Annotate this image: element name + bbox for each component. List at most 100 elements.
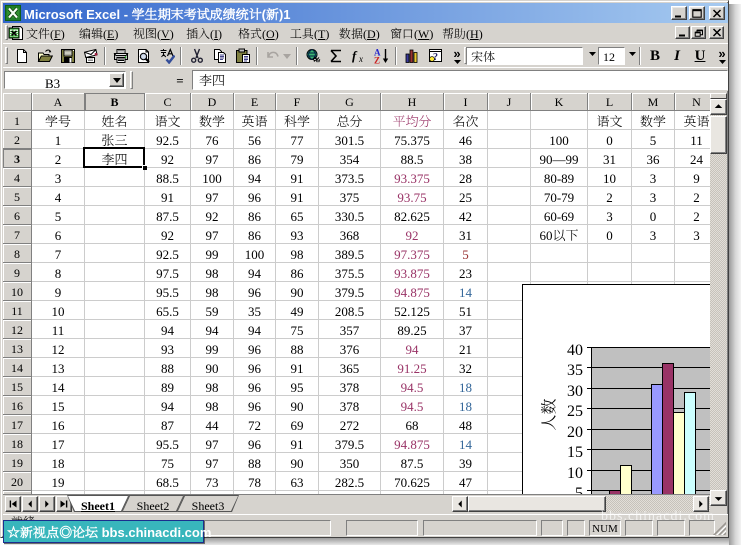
cell-I7[interactable]: 31 xyxy=(444,225,488,244)
cell-M5[interactable]: 3 xyxy=(632,187,675,206)
cell-N4[interactable]: 9 xyxy=(675,168,710,187)
cell-N1[interactable]: 英语 xyxy=(675,111,710,130)
cell-C9[interactable]: 97.5 xyxy=(145,263,191,282)
cell-D19[interactable]: 97 xyxy=(191,453,234,472)
cell-C2[interactable]: 92.5 xyxy=(145,130,191,149)
cell-G11[interactable]: 208.5 xyxy=(319,301,381,320)
cell-I17[interactable]: 48 xyxy=(444,415,488,434)
cell-F1[interactable]: 科学 xyxy=(276,111,319,130)
italic-button[interactable]: I xyxy=(666,46,688,66)
cell-B1[interactable]: 姓名 xyxy=(85,111,145,130)
cell-G1[interactable]: 总分 xyxy=(319,111,381,130)
cell-G13[interactable]: 376 xyxy=(319,339,381,358)
row-header-15[interactable]: 15 xyxy=(3,377,32,396)
cell-E5[interactable]: 96 xyxy=(234,187,276,206)
menu-O[interactable]: 格式(O) xyxy=(236,25,281,42)
cell-E15[interactable]: 96 xyxy=(234,377,276,396)
cell-F13[interactable]: 88 xyxy=(276,339,319,358)
cell-H9[interactable]: 93.875 xyxy=(381,263,444,282)
cell-F8[interactable]: 98 xyxy=(276,244,319,263)
row-header-14[interactable]: 14 xyxy=(3,358,32,377)
cell-I13[interactable]: 21 xyxy=(444,339,488,358)
cell-E16[interactable]: 96 xyxy=(234,396,276,415)
cell-E7[interactable]: 86 xyxy=(234,225,276,244)
cell-L5[interactable]: 2 xyxy=(588,187,632,206)
hscroll-thumb[interactable] xyxy=(468,496,606,512)
col-header-F[interactable]: F xyxy=(276,93,319,111)
undo-dropdown[interactable] xyxy=(281,46,293,66)
cell-K6[interactable]: 60-69 xyxy=(531,206,588,225)
cell-F9[interactable]: 86 xyxy=(276,263,319,282)
name-box[interactable]: B3 xyxy=(4,71,126,89)
cell-L4[interactable]: 10 xyxy=(588,168,632,187)
cell-D3[interactable]: 97 xyxy=(191,149,234,168)
cell-B3[interactable]: 李四 xyxy=(85,149,145,168)
cell-D8[interactable]: 99 xyxy=(191,244,234,263)
row-header-8[interactable]: 8 xyxy=(3,244,32,263)
cell-C1[interactable]: 语文 xyxy=(145,111,191,130)
cell-H14[interactable]: 91.25 xyxy=(381,358,444,377)
new-button[interactable] xyxy=(11,46,33,66)
cell-N5[interactable]: 2 xyxy=(675,187,710,206)
cell-E14[interactable]: 96 xyxy=(234,358,276,377)
cell-E2[interactable]: 56 xyxy=(234,130,276,149)
more-buttons-chevron[interactable]: » xyxy=(449,46,465,66)
cell-C8[interactable]: 92.5 xyxy=(145,244,191,263)
print-button[interactable] xyxy=(110,46,132,66)
cell-A6[interactable]: 5 xyxy=(32,206,85,225)
cell-I16[interactable]: 18 xyxy=(444,396,488,415)
paste-button[interactable] xyxy=(232,46,254,66)
menu-F[interactable]: 文件(F) xyxy=(24,25,67,42)
col-header-I[interactable]: I xyxy=(444,93,488,111)
menu-V[interactable]: 视图(V) xyxy=(131,25,176,42)
cell-D18[interactable]: 97 xyxy=(191,434,234,453)
select-all-corner[interactable] xyxy=(3,93,32,111)
cell-D15[interactable]: 98 xyxy=(191,377,234,396)
cell-C3[interactable]: 92 xyxy=(145,149,191,168)
cell-I18[interactable]: 14 xyxy=(444,434,488,453)
col-header-M[interactable]: M xyxy=(632,93,675,111)
doc-minimize-button[interactable] xyxy=(675,26,690,39)
col-header-L[interactable]: L xyxy=(588,93,632,111)
col-header-A[interactable]: A xyxy=(32,93,85,111)
cell-A10[interactable]: 9 xyxy=(32,282,85,301)
row-header-10[interactable]: 10 xyxy=(3,282,32,301)
cell-F17[interactable]: 69 xyxy=(276,415,319,434)
maximize-button[interactable] xyxy=(689,6,705,20)
cell-H7[interactable]: 92 xyxy=(381,225,444,244)
cell-K5[interactable]: 70-79 xyxy=(531,187,588,206)
cell-A5[interactable]: 4 xyxy=(32,187,85,206)
cell-H11[interactable]: 52.125 xyxy=(381,301,444,320)
menu-E[interactable]: 编辑(E) xyxy=(77,25,120,42)
cell-E13[interactable]: 96 xyxy=(234,339,276,358)
col-header-K[interactable]: K xyxy=(531,93,588,111)
cell-C20[interactable]: 68.5 xyxy=(145,472,191,491)
font-name-dropdown[interactable] xyxy=(585,52,599,62)
cell-A7[interactable]: 6 xyxy=(32,225,85,244)
cell-G9[interactable]: 375.5 xyxy=(319,263,381,282)
menu-I[interactable]: 插入(I) xyxy=(184,25,224,42)
cell-F10[interactable]: 90 xyxy=(276,282,319,301)
cell-H5[interactable]: 93.75 xyxy=(381,187,444,206)
cell-F5[interactable]: 91 xyxy=(276,187,319,206)
cell-A1[interactable]: 学号 xyxy=(32,111,85,130)
cell-C18[interactable]: 95.5 xyxy=(145,434,191,453)
cell-I19[interactable]: 39 xyxy=(444,453,488,472)
cell-D16[interactable]: 98 xyxy=(191,396,234,415)
cell-A13[interactable]: 12 xyxy=(32,339,85,358)
cell-G20[interactable]: 282.5 xyxy=(319,472,381,491)
cell-G6[interactable]: 330.5 xyxy=(319,206,381,225)
row-header-6[interactable]: 6 xyxy=(3,206,32,225)
cell-M4[interactable]: 3 xyxy=(632,168,675,187)
cell-A3[interactable]: 2 xyxy=(32,149,85,168)
cell-H12[interactable]: 89.25 xyxy=(381,320,444,339)
cell-G19[interactable]: 350 xyxy=(319,453,381,472)
cell-I11[interactable]: 51 xyxy=(444,301,488,320)
save-button[interactable] xyxy=(57,46,79,66)
row-header-9[interactable]: 9 xyxy=(3,263,32,282)
edit-formula-button[interactable]: = xyxy=(171,73,189,88)
cell-I5[interactable]: 25 xyxy=(444,187,488,206)
cell-C11[interactable]: 65.5 xyxy=(145,301,191,320)
cell-G8[interactable]: 389.5 xyxy=(319,244,381,263)
cell-F11[interactable]: 49 xyxy=(276,301,319,320)
